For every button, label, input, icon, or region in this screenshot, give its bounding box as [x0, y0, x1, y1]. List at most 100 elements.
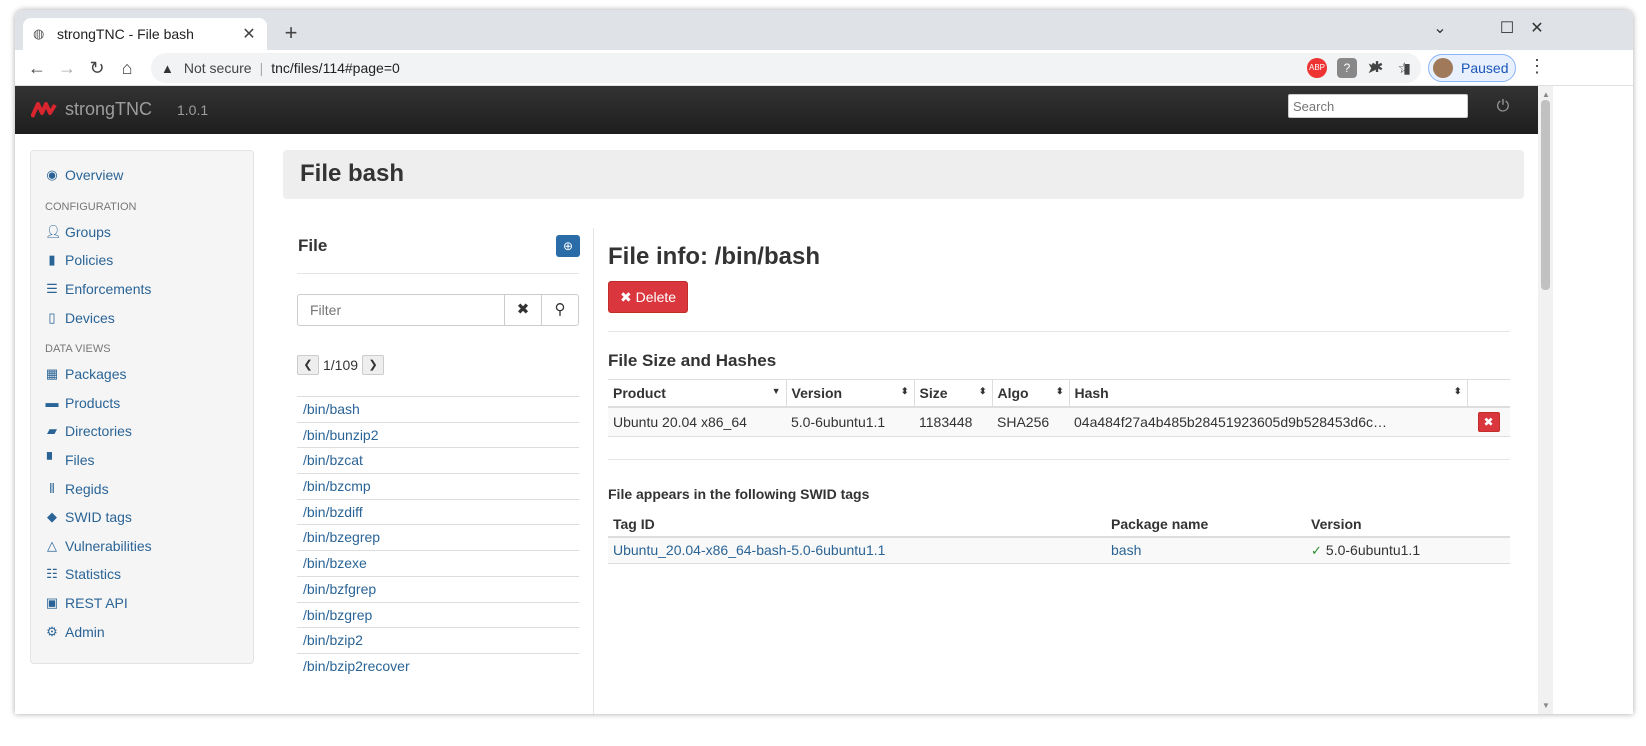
sidebar-item-label: REST API [65, 595, 128, 612]
sidebar-item-packages[interactable]: ▦ Packages [31, 360, 253, 389]
sidebar-item-label: Admin [65, 623, 105, 640]
sidebar-item-swid-tags[interactable]: ◆ SWID tags [31, 503, 253, 532]
search-button[interactable]: ⚲ [541, 294, 579, 326]
column-header-tag-id: Tag ID [608, 511, 1106, 538]
list-item[interactable]: /bin/bash [297, 396, 579, 422]
sidebar-item-statistics[interactable]: ☷ Statistics [31, 560, 253, 589]
folder-open-icon: ▰ [47, 423, 57, 439]
new-tab-icon[interactable]: + [277, 20, 305, 46]
search-input[interactable] [1288, 94, 1468, 118]
url-text[interactable]: tnc/files/114#page=0 [271, 60, 1349, 76]
adblock-icon[interactable]: ABP [1307, 58, 1327, 78]
page-scrollbar[interactable]: ▲ ▼ [1538, 86, 1553, 714]
scroll-thumb[interactable] [1541, 100, 1550, 290]
extensions-icon[interactable]: ✱ [1367, 58, 1387, 78]
sidebar-item-label: Statistics [65, 566, 122, 583]
warning-icon: ▲ [161, 60, 174, 76]
hashes-heading: File Size and Hashes [608, 351, 777, 370]
add-file-button[interactable]: ⊕ [556, 235, 580, 257]
prev-page-button[interactable]: ❮ [297, 355, 319, 375]
list-item[interactable]: /bin/bzgrep [297, 601, 579, 628]
delete-label: Delete [635, 289, 677, 305]
cell-size: 1183448 [914, 406, 992, 437]
side-panel-icon[interactable]: ▮ [1397, 58, 1417, 78]
browser-tab[interactable]: ◍ strongTNC - File bash ✕ [23, 18, 267, 50]
tab-search-icon[interactable]: ⌄ [1428, 18, 1452, 38]
sidebar-item-admin[interactable]: ⚙ Admin [31, 617, 253, 646]
maximize-icon[interactable]: ☐ [1495, 18, 1519, 38]
column-header-hash[interactable]: Hash ⬍ [1069, 379, 1468, 408]
swid-heading: File appears in the following SWID tags [608, 486, 870, 502]
plus-circle-icon: ⊕ [562, 239, 574, 253]
tag-id-link[interactable]: Ubuntu_20.04-x86_64-bash-5.0-6ubuntu1.1 [613, 542, 885, 558]
reload-icon[interactable]: ↻ [85, 56, 109, 80]
list-item[interactable]: /bin/bzdiff [297, 498, 579, 525]
list-item[interactable]: /bin/bzexe [297, 550, 579, 576]
list-item[interactable]: /bin/bzcat [297, 447, 579, 473]
sidebar-item-enforcements[interactable]: ☰ Enforcements [31, 275, 253, 304]
list-item[interactable]: /bin/bzip2recover [297, 652, 579, 679]
list-item[interactable]: /bin/bzip2 [297, 627, 579, 653]
next-page-button[interactable]: ❯ [362, 355, 385, 375]
list-item[interactable]: /bin/bzegrep [297, 524, 579, 550]
column-header-product[interactable]: Product ▼ [608, 379, 787, 408]
column-header-package-name: Package name [1106, 511, 1306, 538]
sidebar-item-devices[interactable]: ▯ Devices [31, 303, 253, 332]
sidebar-item-files[interactable]: ▘ Files [31, 446, 253, 475]
forward-icon[interactable]: → [55, 56, 79, 80]
file-panel-heading: File [298, 236, 328, 255]
profile-button[interactable]: Paused [1428, 54, 1516, 82]
sidebar-header-data-views: DATA VIEWS [45, 342, 111, 355]
sidebar-item-label: Devices [65, 309, 115, 326]
address-bar[interactable]: ▲ Not secure | tnc/files/114#page=0 ➤ ☆ [151, 53, 1421, 83]
sidebar-item-regids[interactable]: ⦀ Regids [31, 474, 253, 503]
cell-actions: ✖ [1467, 406, 1510, 437]
delete-hash-button[interactable]: ✖ [1477, 411, 1500, 432]
phone-icon: ▯ [48, 309, 56, 325]
close-tab-icon[interactable]: ✕ [241, 24, 257, 44]
column-header-algo[interactable]: Algo ⬍ [992, 379, 1070, 408]
sidebar-item-vulnerabilities[interactable]: △ Vulnerabilities [31, 532, 253, 561]
sort-icon: ⬍ [1055, 386, 1064, 396]
sidebar-item-rest-api[interactable]: ▣ REST API [31, 589, 253, 618]
avatar [1433, 58, 1453, 78]
sidebar-item-directories[interactable]: ▰ Directories [31, 417, 253, 446]
separator: | [259, 60, 264, 76]
sidebar-item-policies[interactable]: ▮ Policies [31, 246, 253, 275]
scroll-down-icon[interactable]: ▼ [1542, 701, 1550, 710]
column-header-size[interactable]: Size ⬍ [914, 379, 993, 408]
column-divider [593, 228, 594, 714]
home-icon[interactable]: ⌂ [115, 56, 139, 80]
clear-filter-button[interactable]: ✖ [504, 294, 542, 326]
cell-hash: 04a484f27a4b485b28451923605d9b528453d6c… [1069, 406, 1467, 437]
package-link[interactable]: bash [1111, 542, 1141, 558]
column-header-version[interactable]: Version ⬍ [786, 379, 915, 408]
sidebar-item-label: Files [65, 452, 95, 469]
sidebar-item-label: Products [65, 394, 121, 411]
list-item[interactable]: /bin/bzcmp [297, 473, 579, 499]
list-item[interactable]: /bin/bunzip2 [297, 421, 579, 448]
back-icon[interactable]: ← [25, 56, 49, 80]
list-item[interactable]: /bin/bzfgrep [297, 575, 579, 602]
more-menu-icon[interactable]: ⋮ [1527, 56, 1547, 77]
sidebar-item-groups[interactable]: 👤︎ Groups [31, 218, 253, 247]
sidebar-item-label: Packages [65, 366, 127, 383]
brand-name[interactable]: strongTNC [65, 99, 152, 120]
sidebar-item-products[interactable]: ▬ Products [31, 389, 253, 418]
pager: ❮ 1/109 ❯ [297, 354, 385, 376]
close-window-icon[interactable]: ✕ [1525, 18, 1549, 38]
table-row: Ubuntu 20.04 x86_64 5.0-6ubuntu1.1 11834… [608, 406, 1510, 437]
power-icon[interactable]: ⏻ [1493, 98, 1513, 116]
sidebar-item-label: Groups [65, 223, 111, 240]
strongswan-logo [31, 102, 57, 118]
delete-button[interactable]: ✖ Delete [608, 281, 688, 313]
filter-input[interactable] [297, 294, 505, 326]
sidebar-item-label: Enforcements [65, 281, 152, 298]
file-list: /bin/bash /bin/bunzip2 /bin/bzcat /bin/b… [297, 396, 579, 679]
sidebar-item-overview[interactable]: ◉ Overview [31, 161, 253, 190]
help-extension-icon[interactable]: ? [1337, 58, 1357, 78]
sort-icon: ⬍ [900, 386, 909, 396]
scroll-up-icon[interactable]: ▲ [1542, 90, 1550, 99]
tasks-icon: ☷ [46, 566, 58, 582]
list-icon: ☰ [46, 281, 58, 297]
